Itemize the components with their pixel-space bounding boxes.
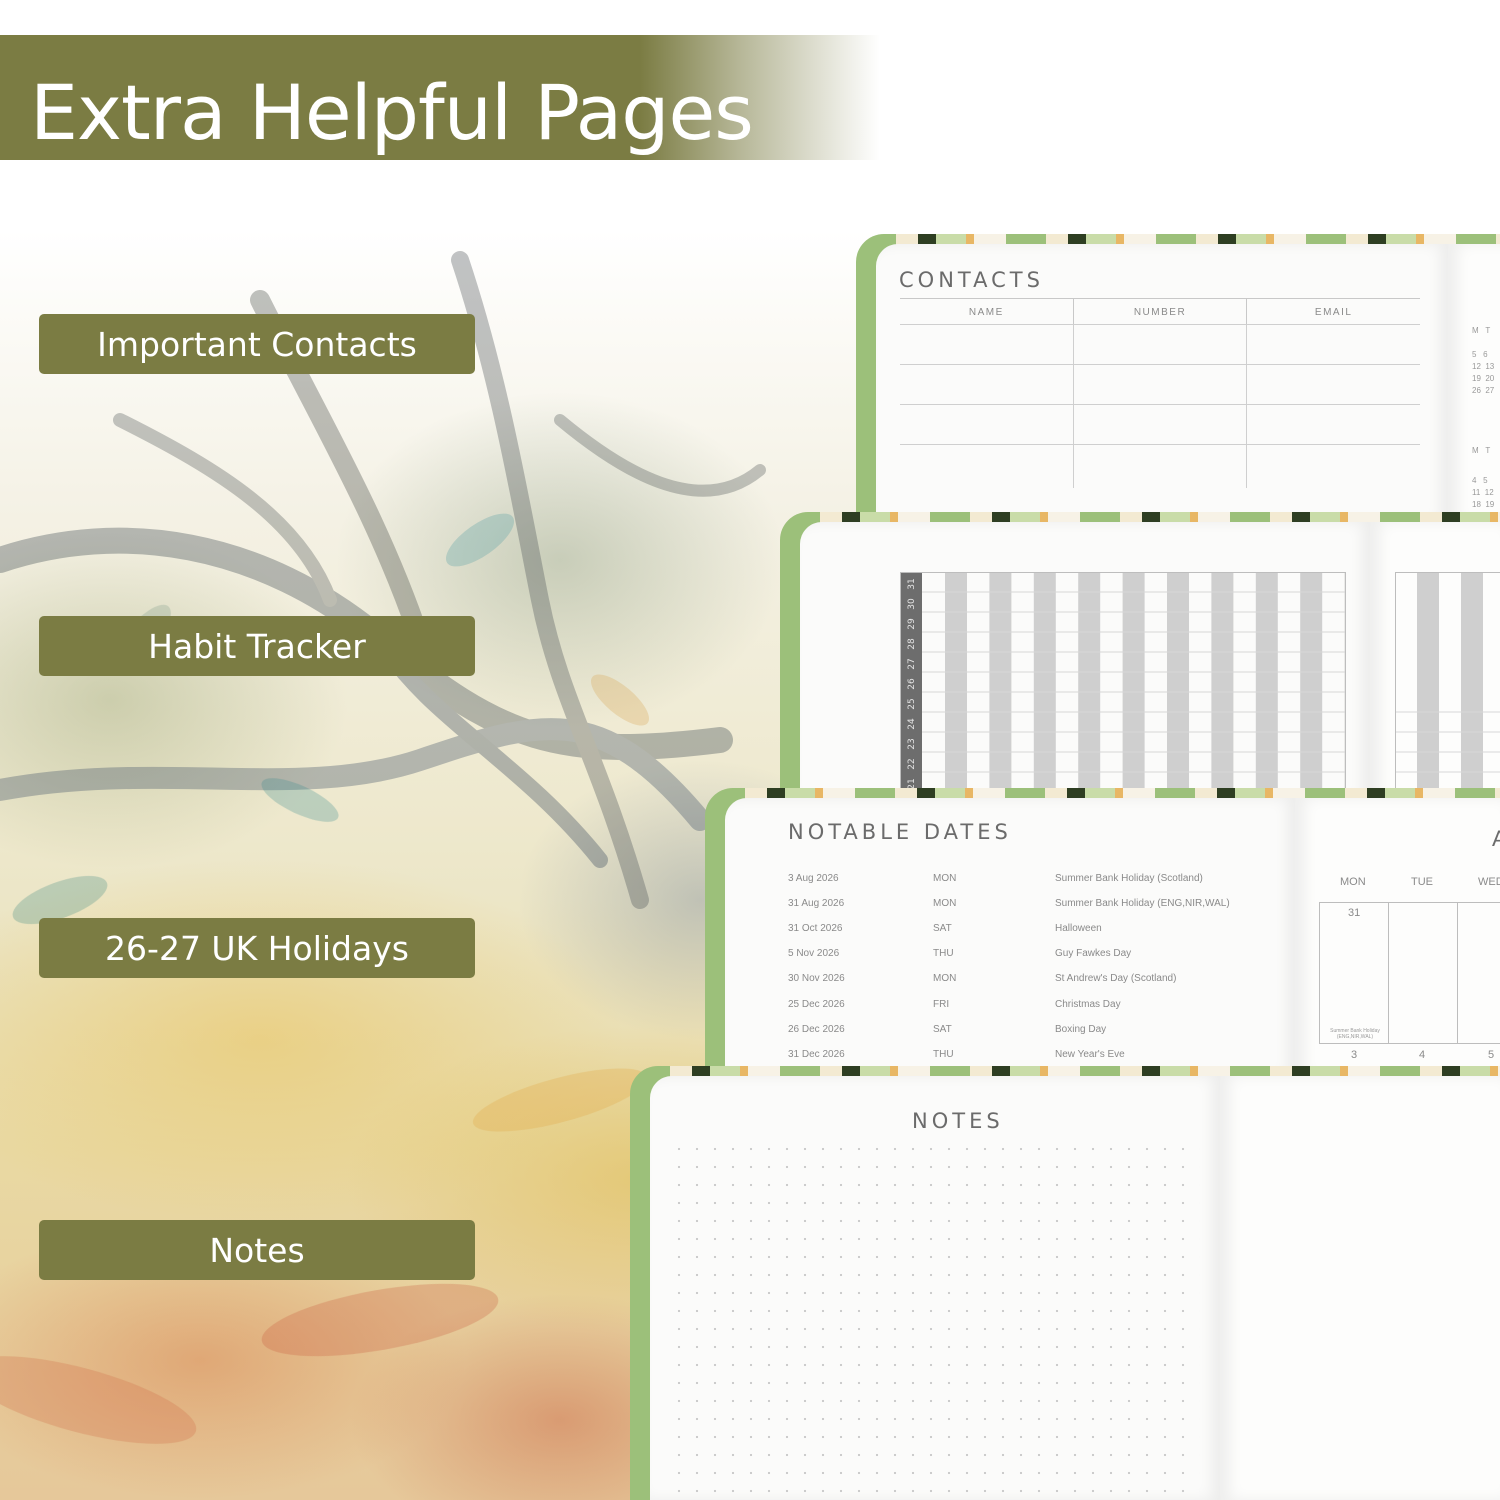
feature-label-text: 26-27 UK Holidays: [105, 928, 409, 968]
habit-day-number: 24: [907, 718, 917, 730]
feature-label-text: Habit Tracker: [148, 626, 366, 666]
habit-day-number: 26: [907, 678, 917, 690]
table-row: [900, 404, 1420, 444]
habit-column-stripe: [989, 572, 1012, 790]
notes-page-right: [1220, 1076, 1500, 1500]
mini-calendar-2: M T 4 5 11 12 18 19: [1472, 446, 1495, 509]
column-email: EMAIL: [1246, 299, 1420, 324]
mini-calendar-1: M T 5 6 12 13 19 20 26 27: [1472, 326, 1495, 395]
habit-column-stripe: [1167, 572, 1189, 790]
weekday-mon: MON: [1340, 876, 1366, 888]
habit-tracker-grid: 3130292827262524232221: [900, 572, 1346, 790]
weekday-wed: WED: [1478, 876, 1500, 888]
column-number: NUMBER: [1072, 299, 1247, 324]
dot-grid: [670, 1140, 1200, 1500]
habit-column-stripe: [1211, 572, 1234, 790]
contacts-table: NAME NUMBER EMAIL: [900, 298, 1420, 488]
notes-title: NOTES: [912, 1109, 1004, 1133]
weekday-tue: TUE: [1411, 876, 1433, 888]
habit-column-stripe: [945, 572, 967, 790]
feature-label-notes: Notes: [39, 1220, 475, 1280]
table-row: [900, 444, 1420, 488]
habit-column-stripe: [1300, 572, 1323, 790]
habit-day-number: 28: [907, 638, 917, 650]
habit-column-stripe: [1255, 572, 1278, 790]
page-title: Extra Helpful Pages: [30, 68, 754, 157]
feature-label-habit-tracker: Habit Tracker: [39, 616, 475, 676]
feature-label-text: Important Contacts: [97, 324, 417, 364]
calendar-cell-day: 3: [1351, 1049, 1358, 1061]
contacts-header-row: NAME NUMBER EMAIL: [900, 298, 1420, 324]
list-item: 31 Aug 2026 MON Summer Bank Holiday (ENG,N…: [788, 898, 1230, 909]
list-item: 31 Dec 2026 THU New Year's Eve: [788, 1049, 1125, 1060]
feature-label-holidays: 26-27 UK Holidays: [39, 918, 475, 978]
habit-day-number: 27: [907, 658, 917, 669]
list-item: 26 Dec 2026 SAT Boxing Day: [788, 1024, 1107, 1035]
table-row: [900, 324, 1420, 364]
feature-label-contacts: Important Contacts: [39, 314, 475, 374]
calendar-cell-note: Summer Bank Holiday (ENG,NIR,WAL): [1330, 1028, 1380, 1040]
habit-column-stripe: [1033, 572, 1056, 790]
habit-day-number: 22: [907, 758, 917, 769]
contacts-title: CONTACTS: [899, 268, 1044, 292]
habit-day-number: 30: [907, 598, 917, 610]
notable-dates-title: NOTABLE DATES: [788, 820, 1012, 844]
habit-column-stripe: [1122, 572, 1145, 790]
calendar-grid: [1319, 902, 1500, 1044]
table-row: [900, 364, 1420, 404]
list-item: 3 Aug 2026 MON Summer Bank Holiday (Scotla…: [788, 873, 1203, 884]
habit-tracker-grid-right: [1395, 572, 1500, 790]
habit-day-number: 23: [907, 738, 917, 749]
list-item: 31 Oct 2026 SAT Halloween: [788, 923, 1102, 934]
list-item: 25 Dec 2026 FRI Christmas Day: [788, 999, 1121, 1010]
calendar-cell-day: 5: [1488, 1049, 1495, 1061]
habit-day-number: 31: [907, 578, 917, 589]
calendar-cell-day: 31: [1348, 907, 1361, 919]
month-initial: A: [1492, 826, 1500, 851]
column-name: NAME: [968, 307, 1004, 318]
feature-label-text: Notes: [209, 1230, 305, 1270]
habit-day-number: 25: [907, 698, 917, 709]
habit-day-number: 29: [907, 618, 917, 630]
calendar-cell-day: 4: [1419, 1049, 1426, 1061]
title-banner: Extra Helpful Pages: [0, 35, 900, 160]
habit-column-stripe: [1078, 572, 1101, 790]
list-item: 30 Nov 2026 MON St Andrew's Day (Scotland): [788, 973, 1177, 984]
list-item: 5 Nov 2026 THU Guy Fawkes Day: [788, 948, 1132, 959]
